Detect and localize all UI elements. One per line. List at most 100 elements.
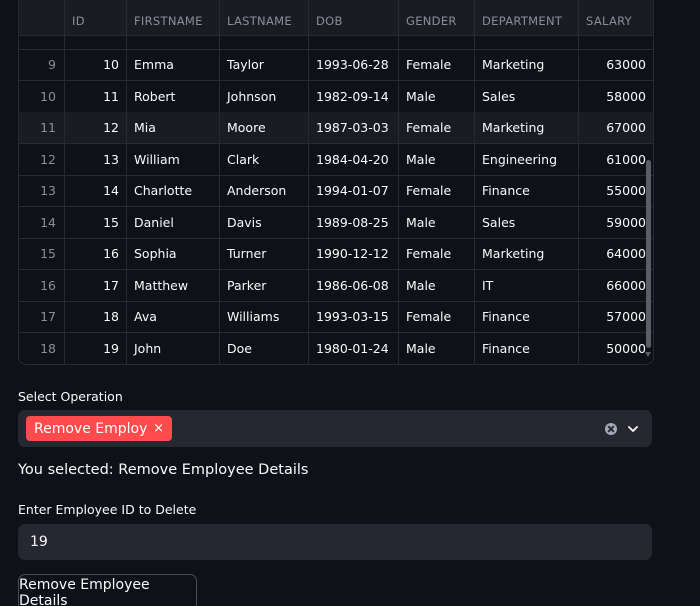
table-cell-lastname[interactable]: Williams — [220, 301, 309, 332]
table-cell-dob[interactable]: 1980-01-24 — [309, 332, 399, 364]
table-cell-index[interactable]: 12 — [19, 143, 65, 175]
table-row[interactable]: 16 17 Matthew Parker 1986-06-08 Male IT 66000 — [19, 269, 653, 302]
table-cell-department[interactable]: Marketing — [475, 49, 579, 80]
table-cell-salary[interactable]: 64000 — [579, 238, 653, 269]
column-header-department[interactable]: DEPARTMENT — [475, 0, 579, 35]
table-cell-gender[interactable]: Female — [399, 301, 475, 332]
table-cell-lastname[interactable]: Moore — [220, 112, 309, 143]
table-cell-firstname[interactable]: William — [127, 143, 220, 175]
table-cell-dob[interactable]: 1987-03-03 — [309, 112, 399, 143]
table-cell-dob[interactable]: 1989-08-25 — [309, 206, 399, 238]
table-cell-department[interactable]: Sales — [475, 80, 579, 112]
table-row[interactable]: 13 14 Charlotte Anderson 1994-01-07 Female Fin… — [19, 175, 653, 207]
table-row[interactable]: 10 11 Robert Johnson 1982-09-14 Male Sales 5800… — [19, 80, 653, 113]
table-cell-gender[interactable]: Female — [399, 49, 475, 80]
table-cell-firstname[interactable]: Daniel — [127, 206, 220, 238]
table-cell-salary[interactable]: 63000 — [579, 49, 653, 80]
table-cell-lastname[interactable]: Davis — [220, 206, 309, 238]
table-cell-firstname[interactable]: John — [127, 332, 220, 364]
table-cell-id[interactable]: 18 — [65, 301, 127, 332]
table-row[interactable]: 18 19 John Doe 1980-01-24 Male Finance 50000 — [19, 332, 653, 364]
table-cell-firstname[interactable]: Emma — [127, 49, 220, 80]
table-cell-id[interactable]: 12 — [65, 112, 127, 143]
table-cell-gender[interactable]: Male — [399, 206, 475, 238]
table-cell-index[interactable]: 16 — [19, 269, 65, 301]
table-cell-salary[interactable]: 55000 — [579, 175, 653, 206]
table-cell-salary[interactable]: 59000 — [579, 207, 653, 238]
table-row[interactable]: 12 13 William Clark 1984-04-20 Male Engineerin… — [19, 143, 653, 176]
table-cell-dob[interactable]: 1982-09-14 — [309, 80, 399, 112]
table-cell-index[interactable]: 11 — [19, 112, 65, 143]
table-cell-department[interactable]: Marketing — [475, 238, 579, 269]
table-cell-index[interactable]: 13 — [19, 175, 65, 206]
selected-operation-tag[interactable]: Remove Employ… × — [26, 416, 172, 441]
table-cell-firstname[interactable]: Ava — [127, 301, 220, 332]
table-cell-dob[interactable]: 1984-04-20 — [309, 143, 399, 175]
table-cell-salary[interactable]: 67000 — [579, 112, 653, 143]
clear-selection-icon[interactable] — [605, 423, 617, 435]
table-cell-department[interactable]: Sales — [475, 206, 579, 238]
table-cell-dob[interactable]: 1994-01-07 — [309, 175, 399, 206]
table-cell-dob[interactable]: 1993-03-15 — [309, 301, 399, 332]
column-header-salary[interactable]: SALARY — [579, 0, 653, 35]
table-cell-index[interactable]: 9 — [19, 49, 65, 80]
table-cell-lastname[interactable]: Taylor — [220, 49, 309, 80]
employee-table[interactable]: ID FIRSTNAME LASTNAME DOB GENDER DEPARTM… — [18, 0, 654, 365]
table-cell-dob[interactable]: 1986-06-08 — [309, 269, 399, 301]
table-cell-salary[interactable]: 57000 — [579, 301, 653, 332]
table-cell-gender[interactable]: Male — [399, 269, 475, 301]
table-cell-salary[interactable]: 50000 — [579, 333, 653, 364]
column-header-index[interactable] — [19, 0, 65, 35]
table-cell-firstname[interactable]: Sophia — [127, 238, 220, 269]
scroll-down-arrow-icon[interactable] — [645, 352, 651, 357]
column-header-dob[interactable]: DOB — [309, 0, 399, 35]
table-scrollbar[interactable] — [646, 160, 651, 348]
table-cell-lastname[interactable]: Doe — [220, 332, 309, 364]
table-cell-lastname[interactable]: Parker — [220, 269, 309, 301]
column-header-id[interactable]: ID — [65, 0, 127, 35]
table-cell-department[interactable]: IT — [475, 269, 579, 301]
table-cell-gender[interactable]: Female — [399, 238, 475, 269]
table-cell-gender[interactable]: Male — [399, 143, 475, 175]
operation-multiselect[interactable]: Remove Employ… × — [18, 410, 652, 447]
table-cell-salary[interactable]: 61000 — [579, 144, 653, 175]
table-row[interactable]: 11 12 Mia Moore 1987-03-03 Female Marketing 670… — [19, 112, 653, 144]
table-cell-id[interactable]: 16 — [65, 238, 127, 269]
column-header-lastname[interactable]: LASTNAME — [220, 0, 309, 35]
table-cell-salary[interactable]: 66000 — [579, 270, 653, 301]
table-cell-gender[interactable]: Female — [399, 175, 475, 206]
table-cell-id[interactable]: 13 — [65, 143, 127, 175]
tag-remove-icon[interactable]: × — [153, 421, 164, 436]
table-row[interactable]: 9 10 Emma Taylor 1993-06-28 Female Marketing 63… — [19, 49, 653, 81]
table-cell-firstname[interactable]: Charlotte — [127, 175, 220, 206]
table-cell-lastname[interactable]: Johnson — [220, 80, 309, 112]
column-header-gender[interactable]: GENDER — [399, 0, 475, 35]
column-header-firstname[interactable]: FIRSTNAME — [127, 0, 220, 35]
table-cell-department[interactable]: Engineering — [475, 143, 579, 175]
table-cell-index[interactable]: 17 — [19, 301, 65, 332]
table-cell-index[interactable]: 18 — [19, 332, 65, 364]
table-cell-index[interactable]: 14 — [19, 206, 65, 238]
table-cell-id[interactable]: 19 — [65, 332, 127, 364]
table-cell-id[interactable]: 15 — [65, 206, 127, 238]
table-cell-id[interactable]: 10 — [65, 49, 127, 80]
table-cell-department[interactable]: Finance — [475, 175, 579, 206]
remove-employee-button[interactable]: Remove Employee Details — [18, 574, 197, 606]
table-cell-id[interactable]: 11 — [65, 80, 127, 112]
table-cell-lastname[interactable]: Anderson — [220, 175, 309, 206]
table-row[interactable]: 17 18 Ava Williams 1993-03-15 Female Finance 57… — [19, 301, 653, 333]
table-cell-lastname[interactable]: Clark — [220, 143, 309, 175]
table-cell-id[interactable]: 14 — [65, 175, 127, 206]
table-cell-dob[interactable]: 1990-12-12 — [309, 238, 399, 269]
table-cell-firstname[interactable]: Mia — [127, 112, 220, 143]
table-row[interactable]: 14 15 Daniel Davis 1989-08-25 Male Sales 59000 — [19, 206, 653, 239]
chevron-down-icon[interactable] — [627, 423, 639, 435]
table-cell-department[interactable]: Finance — [475, 301, 579, 332]
table-cell-salary[interactable]: 58000 — [579, 81, 653, 112]
table-cell-id[interactable]: 17 — [65, 269, 127, 301]
table-cell-index[interactable]: 10 — [19, 80, 65, 112]
table-cell-dob[interactable]: 1993-06-28 — [309, 49, 399, 80]
table-cell-firstname[interactable]: Robert — [127, 80, 220, 112]
table-cell-firstname[interactable]: Matthew — [127, 269, 220, 301]
employee-id-input[interactable]: 19 — [18, 524, 652, 560]
